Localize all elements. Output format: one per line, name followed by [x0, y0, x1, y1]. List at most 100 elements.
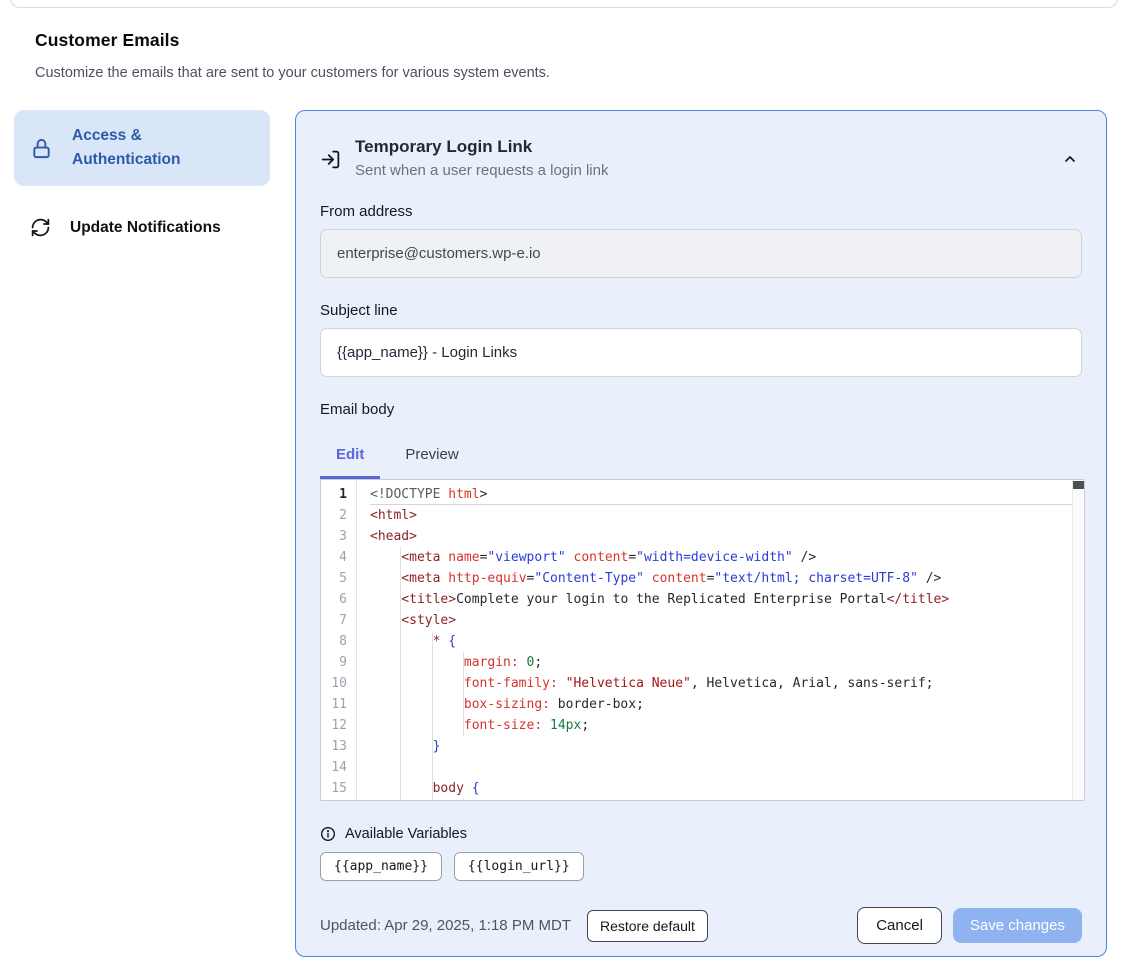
- refresh-icon: [30, 217, 51, 238]
- code-line: <meta http-equiv="Content-Type" content=…: [370, 568, 1084, 589]
- cancel-button[interactable]: Cancel: [857, 907, 942, 944]
- line-number: 8: [321, 631, 356, 652]
- variable-chip-app-name[interactable]: {{app_name}}: [320, 852, 442, 881]
- indent-guide: [401, 778, 432, 799]
- code-token: <meta: [401, 571, 448, 586]
- code-line: <!DOCTYPE html>: [370, 480, 1084, 505]
- panel-subtitle: Sent when a user requests a login link: [355, 162, 1044, 179]
- code-token: [558, 676, 566, 691]
- line-number: 7: [321, 610, 356, 631]
- code-token: <head>: [370, 529, 417, 544]
- code-line: font-size: 14px;: [370, 715, 1084, 736]
- code-token: </title>: [887, 592, 950, 607]
- code-token: />: [793, 550, 816, 565]
- panel-header: Temporary Login Link Sent when a user re…: [320, 137, 1082, 179]
- code-token: =: [628, 550, 636, 565]
- variable-chips: {{app_name}} {{login_url}}: [320, 852, 1082, 881]
- code-line: font-family: "Helvetica Neue", Helvetica…: [370, 673, 1084, 694]
- save-changes-button[interactable]: Save changes: [953, 908, 1082, 943]
- log-in-icon: [320, 149, 341, 170]
- sidebar-item-update-notifications[interactable]: Update Notifications: [14, 203, 270, 252]
- code-token: {: [472, 781, 480, 796]
- code-token: <title>: [401, 592, 456, 607]
- code-token: "Content-Type": [534, 571, 644, 586]
- restore-default-button[interactable]: Restore default: [587, 910, 708, 942]
- chevron-up-icon: [1062, 151, 1078, 167]
- sidebar-item-label: Update Notifications: [70, 219, 221, 237]
- page-subtitle: Customize the emails that are sent to yo…: [35, 65, 550, 81]
- indent-guide: [370, 799, 401, 800]
- indent-guide: [401, 652, 432, 673]
- email-body-label: Email body: [320, 401, 1082, 418]
- editor-scrollbar-thumb[interactable]: [1073, 481, 1084, 489]
- code-token: border-box;: [550, 697, 644, 712]
- line-number: 10: [321, 673, 356, 694]
- code-line: * {: [370, 631, 1084, 652]
- sidebar-item-access-authentication[interactable]: Access & Authentication: [14, 110, 270, 186]
- indent-guide: [401, 694, 432, 715]
- line-number: 6: [321, 589, 356, 610]
- line-number: 16: [321, 799, 356, 801]
- line-number: 15: [321, 778, 356, 799]
- temporary-login-link-panel: Temporary Login Link Sent when a user re…: [295, 110, 1107, 957]
- indent-guide: [401, 631, 432, 652]
- editor-code-area: <!DOCTYPE html> <html> <head> <meta name = "v…: [357, 480, 1084, 800]
- code-token: <!DOCTYPE: [370, 487, 448, 502]
- indent-guide: [370, 673, 401, 694]
- code-token: "Helvetica Neue": [566, 676, 691, 691]
- code-token: {: [448, 634, 456, 649]
- subject-line-input[interactable]: [320, 328, 1082, 377]
- code-token: "viewport": [487, 550, 565, 565]
- indent-guide: [401, 757, 432, 778]
- line-number: 9: [321, 652, 356, 673]
- indent-guide: [370, 547, 401, 568]
- collapse-panel-button[interactable]: [1058, 147, 1082, 171]
- variable-chip-login-url[interactable]: {{login_url}}: [454, 852, 584, 881]
- indent-guide: [370, 736, 401, 757]
- email-types-sidebar: Access & Authentication Update Notificat…: [14, 110, 270, 252]
- code-line: <style>: [370, 610, 1084, 631]
- code-token: font-size:: [464, 718, 542, 733]
- code-line: [370, 757, 1084, 778]
- code-token: <meta: [401, 550, 448, 565]
- code-token: ;: [581, 718, 589, 733]
- lock-icon: [30, 137, 53, 160]
- code-token: name: [448, 550, 479, 565]
- line-number: 11: [321, 694, 356, 715]
- sidebar-item-label: Access & Authentication: [72, 124, 200, 172]
- indent-guide: [370, 589, 401, 610]
- indent-guide: [433, 673, 464, 694]
- email-body-tabs: Edit Preview: [320, 437, 1082, 479]
- code-line: <title>Complete your login to the Replic…: [370, 589, 1084, 610]
- code-token: "text/html; charset=UTF-8": [714, 571, 918, 586]
- code-token: *: [433, 634, 449, 649]
- code-line: background-color: #f6f9fc;: [370, 799, 1084, 800]
- code-token: ;: [534, 655, 542, 670]
- indent-guide: [433, 715, 464, 736]
- indent-guide: [370, 715, 401, 736]
- subject-line-label: Subject line: [320, 302, 1082, 319]
- line-number: 4: [321, 547, 356, 568]
- line-number: 1: [321, 484, 356, 505]
- indent-guide: [370, 610, 401, 631]
- email-body-code-editor[interactable]: 12345678910111213141516 <!DOCTYPE html><…: [320, 479, 1085, 801]
- code-token: <html>: [370, 508, 417, 523]
- code-line: margin: 0;: [370, 652, 1084, 673]
- indent-guide: [370, 568, 401, 589]
- indent-guide: [370, 652, 401, 673]
- code-line: <meta name="viewport" content="width=dev…: [370, 547, 1084, 568]
- line-number: 5: [321, 568, 356, 589]
- editor-scrollbar[interactable]: [1072, 480, 1084, 800]
- page-title: Customer Emails: [35, 30, 550, 51]
- indent-guide: [370, 757, 401, 778]
- code-token: 14px: [550, 718, 581, 733]
- code-token: font-family:: [464, 676, 558, 691]
- tab-preview[interactable]: Preview: [389, 437, 474, 479]
- indent-guide: [370, 694, 401, 715]
- code-token: body: [433, 781, 472, 796]
- code-token: [644, 571, 652, 586]
- tab-edit[interactable]: Edit: [320, 437, 380, 479]
- line-number: 3: [321, 526, 356, 547]
- from-address-input[interactable]: [320, 229, 1082, 278]
- page-header: Customer Emails Customize the emails tha…: [35, 30, 550, 81]
